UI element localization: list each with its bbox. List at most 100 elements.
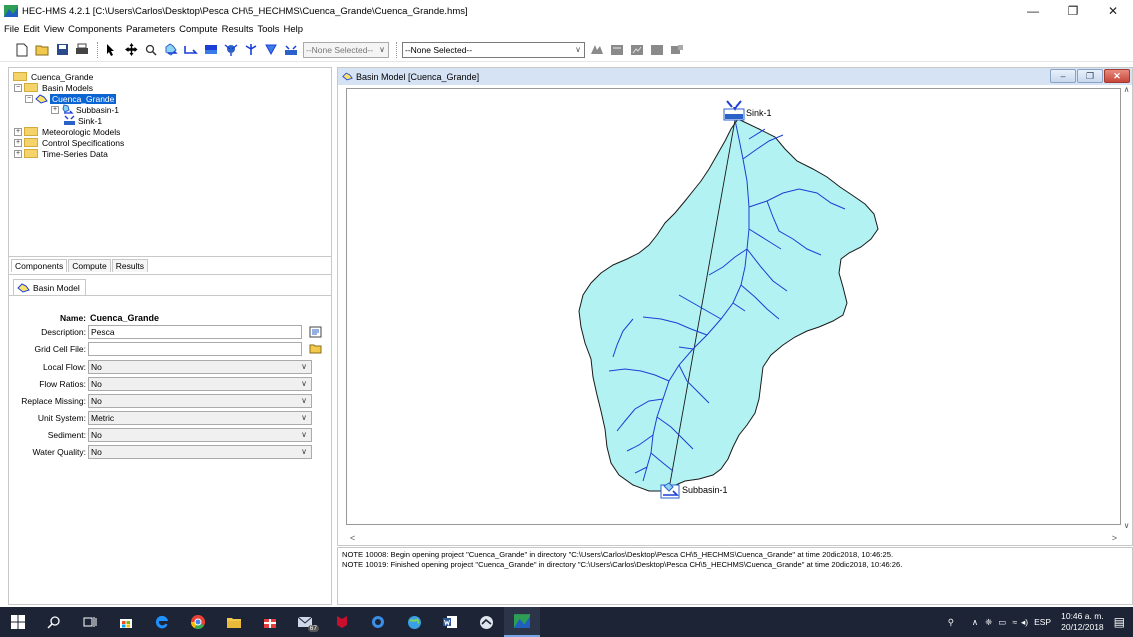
sediment-select[interactable]: No ∨ bbox=[88, 427, 312, 442]
menu-tools[interactable]: Tools bbox=[257, 24, 279, 35]
vertical-scrollbar[interactable]: ∧ ∨ bbox=[1121, 85, 1132, 530]
menu-edit[interactable]: Edit bbox=[23, 24, 39, 35]
local-flow-select[interactable]: No ∨ bbox=[88, 359, 312, 374]
mdi-restore-button[interactable]: ❐ bbox=[1077, 69, 1103, 83]
menu-results[interactable]: Results bbox=[222, 24, 254, 35]
open-folder-icon[interactable] bbox=[34, 42, 50, 58]
wifi-icon[interactable]: ≈ bbox=[1012, 617, 1017, 627]
expand-icon[interactable]: + bbox=[14, 127, 22, 136]
print-icon[interactable] bbox=[74, 42, 90, 58]
search-icon[interactable] bbox=[36, 607, 72, 637]
basin-map-canvas[interactable]: Sink-1 Subbasin-1 bbox=[346, 88, 1121, 525]
message-log[interactable]: NOTE 10008: Begin opening project "Cuenc… bbox=[337, 547, 1133, 605]
time-series-table-icon[interactable] bbox=[669, 42, 685, 58]
flow-ratios-select[interactable]: No ∨ bbox=[88, 376, 312, 391]
tree-item-meteorologic-models[interactable]: + Meteorologic Models bbox=[13, 126, 327, 137]
global-summary-icon[interactable] bbox=[609, 42, 625, 58]
menu-parameters[interactable]: Parameters bbox=[126, 24, 175, 35]
edge-browser-icon[interactable] bbox=[144, 607, 180, 637]
reach-tool-icon[interactable] bbox=[183, 42, 199, 58]
horizontal-scrollbar[interactable]: < > bbox=[346, 532, 1121, 544]
menu-help[interactable]: Help bbox=[284, 24, 304, 35]
tab-basin-model[interactable]: Basin Model bbox=[13, 279, 86, 295]
tree-item-basin-models[interactable]: − Basin Models bbox=[13, 82, 327, 93]
menu-view[interactable]: View bbox=[44, 24, 64, 35]
scroll-down-icon[interactable]: ∨ bbox=[1124, 521, 1130, 530]
menu-components[interactable]: Components bbox=[68, 24, 122, 35]
subbasin-tool-icon[interactable] bbox=[163, 42, 179, 58]
language-indicator[interactable]: ESP bbox=[1034, 617, 1051, 627]
element-select[interactable]: --None Selected-- ∨ bbox=[303, 41, 389, 58]
compute-icon[interactable] bbox=[589, 42, 605, 58]
windows-start-icon[interactable] bbox=[0, 607, 36, 637]
reservoir-tool-icon[interactable] bbox=[203, 42, 219, 58]
app-circle-icon[interactable] bbox=[468, 607, 504, 637]
battery-icon[interactable]: ▭ bbox=[998, 617, 1006, 628]
globe-app-icon[interactable] bbox=[396, 607, 432, 637]
description-editor-icon[interactable] bbox=[308, 325, 322, 339]
sink-tool-icon[interactable] bbox=[283, 42, 299, 58]
mail-icon[interactable]: 67 bbox=[288, 607, 324, 637]
people-icon[interactable]: ⚲ bbox=[948, 617, 954, 628]
basin-window-titlebar[interactable]: Basin Model [Cuenca_Grande] – ❐ ✕ bbox=[338, 68, 1132, 85]
clock[interactable]: 10:46 a. m. 20/12/2018 bbox=[1061, 611, 1104, 633]
scroll-up-icon[interactable]: ∧ bbox=[1124, 85, 1130, 94]
mdi-close-button[interactable]: ✕ bbox=[1104, 69, 1130, 83]
task-view-icon[interactable] bbox=[72, 607, 108, 637]
description-field[interactable]: Pesca bbox=[88, 324, 302, 339]
collapse-icon[interactable]: − bbox=[14, 83, 22, 92]
tree-item-basin[interactable]: − Cuenca_Grande bbox=[13, 93, 327, 104]
diversion-tool-icon[interactable] bbox=[243, 42, 259, 58]
zoom-icon[interactable] bbox=[143, 42, 159, 58]
replace-missing-select[interactable]: No ∨ bbox=[88, 393, 312, 408]
sink-element[interactable] bbox=[723, 100, 745, 121]
tab-results[interactable]: Results bbox=[111, 259, 149, 272]
expand-icon[interactable]: + bbox=[51, 105, 59, 114]
expand-icon[interactable]: + bbox=[14, 149, 22, 158]
subbasin-element[interactable] bbox=[660, 482, 680, 499]
network-share-icon[interactable]: ❈ bbox=[985, 617, 992, 628]
scroll-left-icon[interactable]: < bbox=[350, 533, 355, 543]
element-graph-icon[interactable] bbox=[629, 42, 645, 58]
notifications-icon[interactable]: ▤ bbox=[1114, 615, 1125, 629]
water-quality-select[interactable]: No ∨ bbox=[88, 444, 312, 459]
save-icon[interactable] bbox=[54, 42, 70, 58]
element-table-icon[interactable] bbox=[649, 42, 665, 58]
gift-app-icon[interactable] bbox=[252, 607, 288, 637]
file-explorer-icon[interactable] bbox=[216, 607, 252, 637]
magnifier-app-icon[interactable] bbox=[360, 607, 396, 637]
source-tool-icon[interactable] bbox=[263, 42, 279, 58]
new-file-icon[interactable] bbox=[14, 42, 30, 58]
tree-item-project[interactable]: Cuenca_Grande bbox=[13, 71, 327, 82]
volume-icon[interactable]: ◂) bbox=[1021, 617, 1028, 628]
menu-compute[interactable]: Compute bbox=[179, 24, 218, 35]
minimize-button[interactable]: — bbox=[1013, 0, 1053, 22]
hec-hms-taskbar-icon[interactable] bbox=[504, 607, 540, 637]
scroll-right-icon[interactable]: > bbox=[1112, 533, 1117, 543]
tree-item-time-series-data[interactable]: + Time-Series Data bbox=[13, 148, 327, 159]
run-select[interactable]: --None Selected-- ∨ bbox=[402, 41, 585, 58]
grid-cell-file-field[interactable] bbox=[88, 341, 302, 356]
tree-item-subbasin[interactable]: + Subbasin-1 bbox=[13, 104, 327, 115]
mcafee-icon[interactable] bbox=[324, 607, 360, 637]
tree-item-control-specifications[interactable]: + Control Specifications bbox=[13, 137, 327, 148]
collapse-icon[interactable]: − bbox=[25, 94, 33, 103]
expand-icon[interactable]: + bbox=[14, 138, 22, 147]
watershed-polygon[interactable] bbox=[578, 118, 879, 492]
open-folder-icon[interactable] bbox=[308, 342, 322, 356]
tab-compute[interactable]: Compute bbox=[68, 259, 111, 272]
close-button[interactable]: ✕ bbox=[1093, 0, 1133, 22]
word-icon[interactable] bbox=[432, 607, 468, 637]
tree-item-sink[interactable]: Sink-1 bbox=[13, 115, 327, 126]
maximize-button[interactable]: ❐ bbox=[1053, 0, 1093, 22]
mdi-minimize-button[interactable]: – bbox=[1050, 69, 1076, 83]
junction-tool-icon[interactable] bbox=[223, 42, 239, 58]
show-hidden-icons-icon[interactable]: ∧ bbox=[972, 617, 978, 628]
pan-tool-icon[interactable] bbox=[123, 42, 139, 58]
menu-file[interactable]: File bbox=[4, 24, 19, 35]
unit-system-select[interactable]: Metric ∨ bbox=[88, 410, 312, 425]
tab-components[interactable]: Components bbox=[11, 259, 68, 272]
chrome-icon[interactable] bbox=[180, 607, 216, 637]
store-icon[interactable] bbox=[108, 607, 144, 637]
arrow-tool-icon[interactable] bbox=[103, 42, 119, 58]
